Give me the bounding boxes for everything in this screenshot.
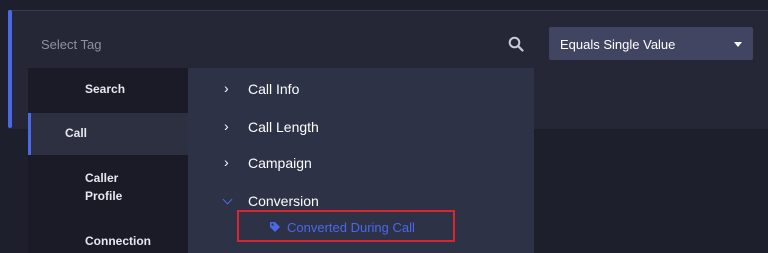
select-tag-input[interactable]: Select Tag [28,26,536,62]
category-item-caller-profile[interactable]: Caller Profile [28,170,188,204]
category-label: Caller [85,171,119,185]
category-label: Profile [85,189,123,203]
subcategory-label: Call Info [248,81,300,97]
category-item-connection[interactable]: Connection [28,233,188,250]
subcategory-call-info[interactable]: › Call Info [188,74,534,104]
category-item-search[interactable]: Search [28,81,188,98]
operator-select-value: Equals Single Value [560,37,676,52]
tag-option-converted-during-call[interactable]: Converted During Call [237,210,455,242]
select-tag-placeholder: Select Tag [41,37,102,52]
subcategory-campaign[interactable]: › Campaign [188,148,534,178]
tag-category-list: Search Call Caller Profile Connection [28,68,188,253]
chevron-right-icon: › [224,118,229,134]
chevron-right-icon: › [224,154,229,170]
category-label: Search [85,82,126,96]
category-label: Connection [85,234,151,248]
tag-option-label: Converted During Call [287,220,415,235]
subcategory-label: Call Length [248,119,319,135]
filter-accent-bar [8,10,12,128]
chevron-right-icon: › [224,80,229,96]
subcategory-label: Campaign [248,155,312,171]
search-icon[interactable] [508,36,524,52]
category-label: Call [65,126,88,140]
subcategory-label: Conversion [248,193,319,209]
subcategory-call-length[interactable]: › Call Length [188,112,534,142]
chevron-down-icon [734,42,742,47]
chevron-down-icon [222,194,233,205]
category-item-call[interactable]: Call [28,113,188,155]
tag-icon [270,222,280,232]
operator-select[interactable]: Equals Single Value [549,27,753,60]
